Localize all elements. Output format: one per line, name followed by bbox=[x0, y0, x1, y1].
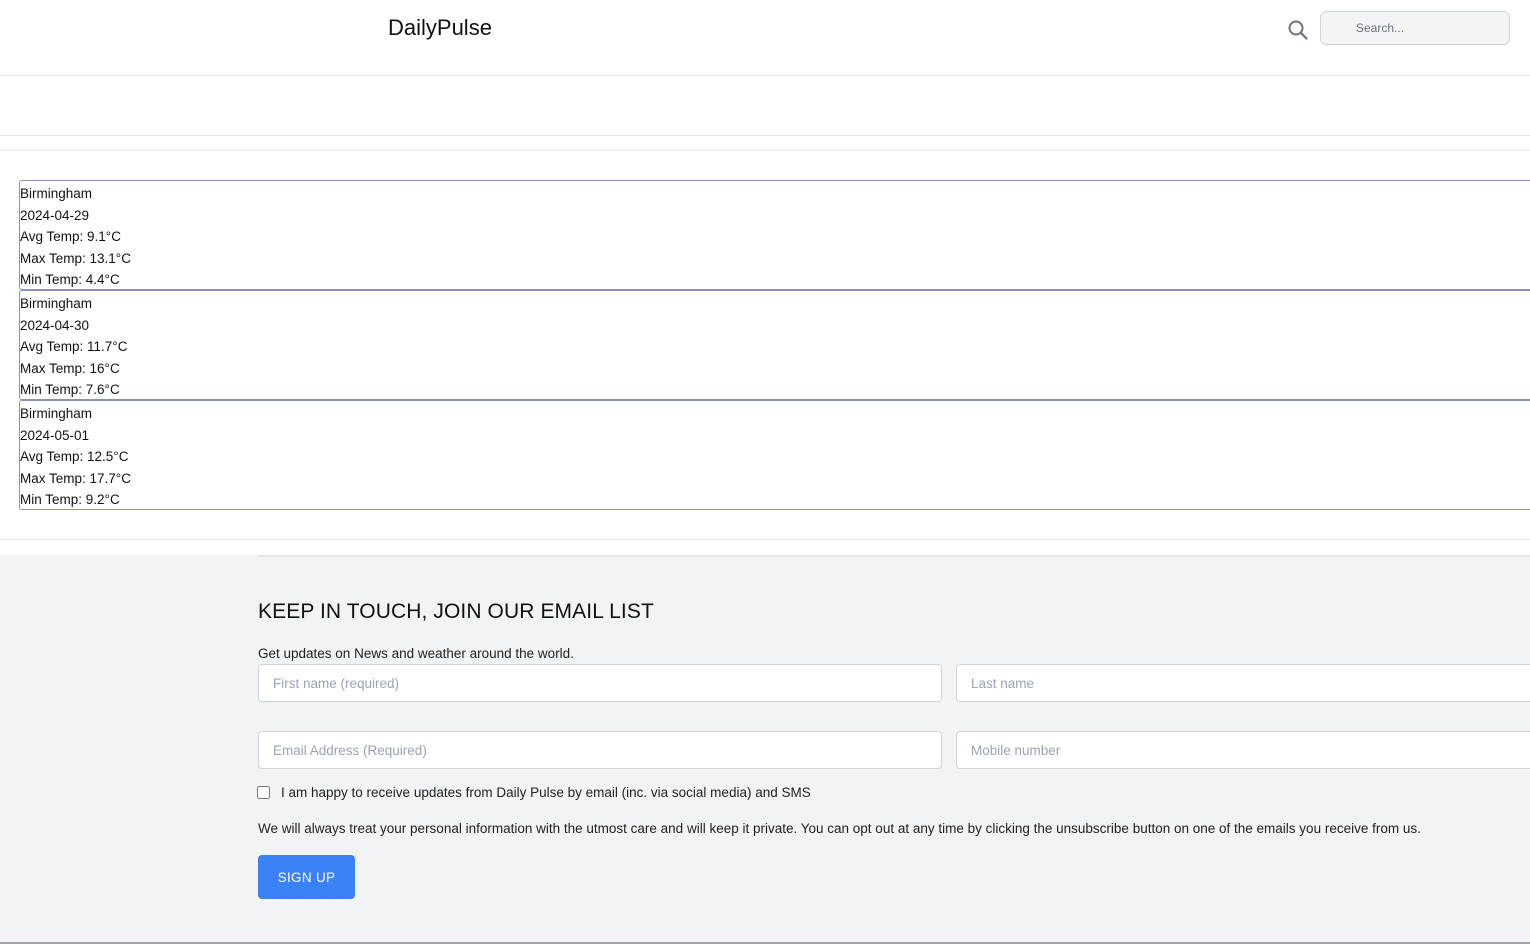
newsletter-subtitle: Get updates on News and weather around t… bbox=[258, 646, 574, 661]
weather-date: 2024-04-29 bbox=[20, 207, 90, 223]
site-header: DailyPulse bbox=[0, 0, 1530, 76]
mobile-field[interactable] bbox=[956, 731, 1530, 769]
weather-avg-temp: Avg Temp: 9.1°C bbox=[20, 229, 121, 245]
search-icon[interactable] bbox=[1287, 19, 1309, 41]
weather-city: Birmingham bbox=[20, 406, 93, 421]
weather-card: Birmingham 2024-04-30 Avg Temp: 11.7°C M… bbox=[19, 290, 1530, 400]
weather-min-temp: Min Temp: 4.4°C bbox=[20, 272, 120, 288]
weather-card: Birmingham 2024-04-29 Avg Temp: 9.1°C Ma… bbox=[19, 180, 1530, 290]
weather-date: 2024-05-01 bbox=[20, 427, 90, 443]
signup-button[interactable]: SIGN UP bbox=[258, 855, 355, 899]
weather-city: Birmingham bbox=[20, 186, 93, 201]
weather-min-temp: Min Temp: 7.6°C bbox=[20, 382, 120, 398]
divider bbox=[258, 555, 1530, 557]
divider bbox=[0, 150, 1530, 151]
privacy-note: We will always treat your personal infor… bbox=[258, 821, 1421, 836]
brand-logo[interactable]: DailyPulse bbox=[388, 15, 492, 41]
consent-checkbox[interactable] bbox=[257, 786, 270, 799]
divider bbox=[0, 539, 1530, 540]
weather-max-temp: Max Temp: 17.7°C bbox=[20, 470, 131, 486]
first-name-field[interactable] bbox=[258, 664, 942, 702]
newsletter-section: KEEP IN TOUCH, JOIN OUR EMAIL LIST Get u… bbox=[0, 555, 1530, 944]
weather-date: 2024-04-30 bbox=[20, 317, 90, 333]
weather-min-temp: Min Temp: 9.2°C bbox=[20, 492, 120, 508]
nav-bar bbox=[0, 76, 1530, 136]
weather-max-temp: Max Temp: 16°C bbox=[20, 360, 120, 376]
weather-max-temp: Max Temp: 13.1°C bbox=[20, 250, 131, 266]
last-name-field[interactable] bbox=[956, 664, 1530, 702]
consent-label[interactable]: I am happy to receive updates from Daily… bbox=[281, 785, 811, 800]
search-input[interactable] bbox=[1320, 11, 1510, 45]
weather-avg-temp: Avg Temp: 12.5°C bbox=[20, 449, 129, 465]
email-field[interactable] bbox=[258, 731, 942, 769]
weather-city: Birmingham bbox=[20, 296, 93, 311]
weather-avg-temp: Avg Temp: 11.7°C bbox=[20, 339, 128, 355]
weather-list: Birmingham 2024-04-29 Avg Temp: 9.1°C Ma… bbox=[19, 180, 1530, 510]
weather-card: Birmingham 2024-05-01 Avg Temp: 12.5°C M… bbox=[19, 400, 1530, 510]
newsletter-title: KEEP IN TOUCH, JOIN OUR EMAIL LIST bbox=[258, 600, 654, 623]
